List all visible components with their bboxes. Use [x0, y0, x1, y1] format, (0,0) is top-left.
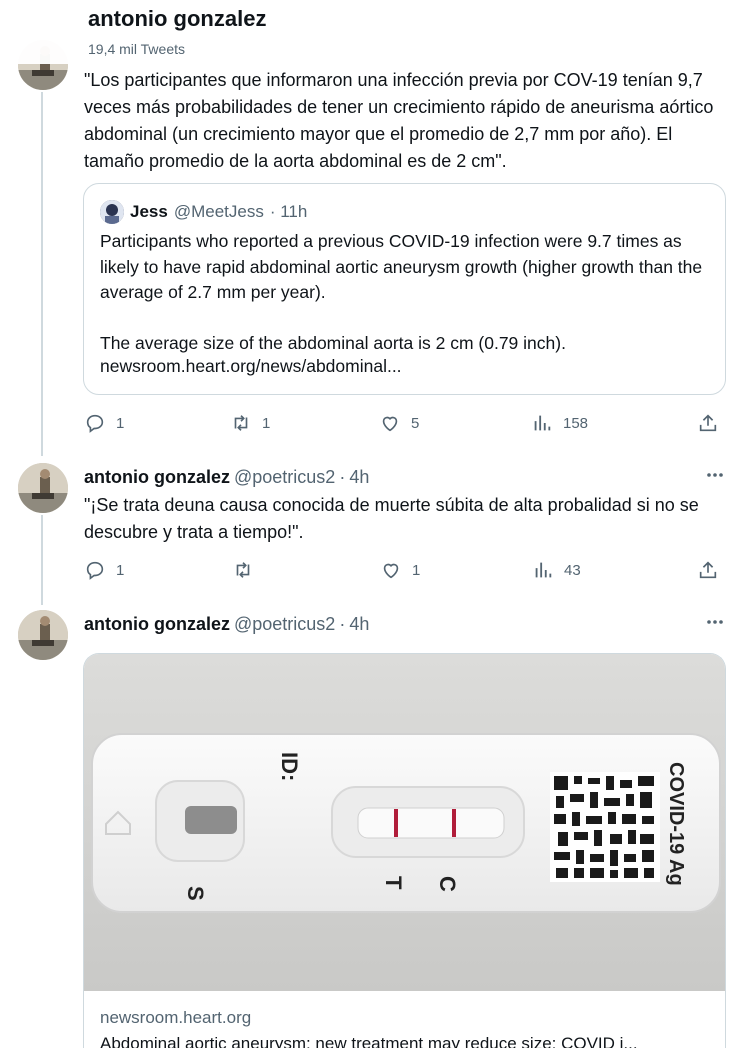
avatar[interactable] [18, 610, 68, 660]
views-icon [531, 412, 553, 434]
t-label: T [381, 876, 406, 890]
more-button[interactable] [702, 467, 728, 487]
author-handle[interactable]: @poetricus2 [234, 467, 335, 488]
like-button[interactable]: 1 [380, 558, 420, 582]
retweet-icon [232, 559, 254, 581]
qr-code [550, 772, 660, 882]
quote-link[interactable]: newsroom.heart.org/news/abdominal... [100, 356, 402, 377]
thread-line [41, 515, 43, 605]
card-domain[interactable]: newsroom.heart.org [100, 1008, 251, 1028]
views-icon [532, 559, 554, 581]
tweet-text: "Los participantes que informaron una in… [84, 70, 719, 171]
views-button[interactable]: 43 [532, 558, 581, 582]
c-label: C [435, 876, 460, 892]
brand-label: COVID-19 Ag [665, 762, 687, 886]
reply-count: 1 [116, 561, 125, 579]
like-count: 5 [411, 414, 420, 432]
retweet-button[interactable]: 1 [230, 411, 270, 435]
tweet-header: antonio gonzalez @poetricus2 · 4h [84, 613, 369, 635]
heart-icon [379, 412, 401, 434]
view-count: 158 [563, 414, 589, 432]
more-icon [705, 612, 725, 637]
profile-name: antonio gonzalez [88, 6, 267, 31]
card-image[interactable]: ID: S T C COVID-19 Ag [84, 654, 726, 991]
retweet-count: 1 [262, 414, 271, 432]
heart-icon [380, 559, 402, 581]
tweet-count: 19,4 mil Tweets [88, 41, 186, 57]
tweet-actions: 1 1 5 158 [84, 411, 724, 435]
retweet-button[interactable] [232, 558, 264, 582]
tweet-time[interactable]: 4h [349, 467, 369, 488]
reply-button[interactable]: 1 [84, 558, 124, 582]
more-button[interactable] [702, 614, 728, 634]
share-button[interactable] [697, 411, 719, 435]
reply-icon [84, 412, 106, 434]
like-count: 1 [412, 561, 421, 579]
reply-button[interactable]: 1 [84, 411, 124, 435]
views-button[interactable]: 158 [531, 411, 588, 435]
more-icon [705, 465, 725, 490]
s-label: S [183, 886, 208, 901]
card-title[interactable]: Abdominal aortic aneurysm: new treatment… [100, 1034, 720, 1048]
reply-count: 1 [116, 414, 125, 432]
author-name[interactable]: antonio gonzalez [84, 614, 230, 635]
quote-avatar [100, 200, 124, 224]
view-count: 43 [564, 561, 581, 579]
tweet-time[interactable]: 4h [349, 614, 369, 635]
avatar[interactable] [18, 463, 68, 513]
separator-dot: · [339, 613, 346, 634]
share-icon [697, 412, 719, 434]
share-button[interactable] [697, 558, 719, 582]
share-icon [697, 559, 719, 581]
separator-dot: · [339, 466, 346, 487]
tweet-text: "¡Se trata deuna causa conocida de muert… [84, 495, 704, 542]
retweet-icon [230, 412, 252, 434]
reply-icon [84, 559, 106, 581]
profile-header: antonio gonzalez 19,4 mil Tweets [0, 0, 754, 64]
like-button[interactable]: 5 [379, 411, 419, 435]
tweet-actions: 1 1 43 [84, 558, 724, 582]
link-card[interactable]: ID: S T C COVID-19 Ag newsroom.heart.org… [83, 653, 726, 1048]
quote-text: Participants who reported a previous COV… [100, 231, 703, 353]
quote-author-name[interactable]: Jess [130, 202, 168, 222]
thread-line [41, 92, 43, 456]
quote-time: · 11h [269, 202, 308, 221]
id-label: ID: [277, 752, 302, 781]
quoted-tweet[interactable]: Jess @MeetJess · 11h Participants who re… [83, 183, 726, 395]
tweet-header: antonio gonzalez @poetricus2 · 4h [84, 466, 369, 488]
quote-author-handle[interactable]: @MeetJess [174, 202, 264, 222]
author-name[interactable]: antonio gonzalez [84, 467, 230, 488]
author-handle[interactable]: @poetricus2 [234, 614, 335, 635]
